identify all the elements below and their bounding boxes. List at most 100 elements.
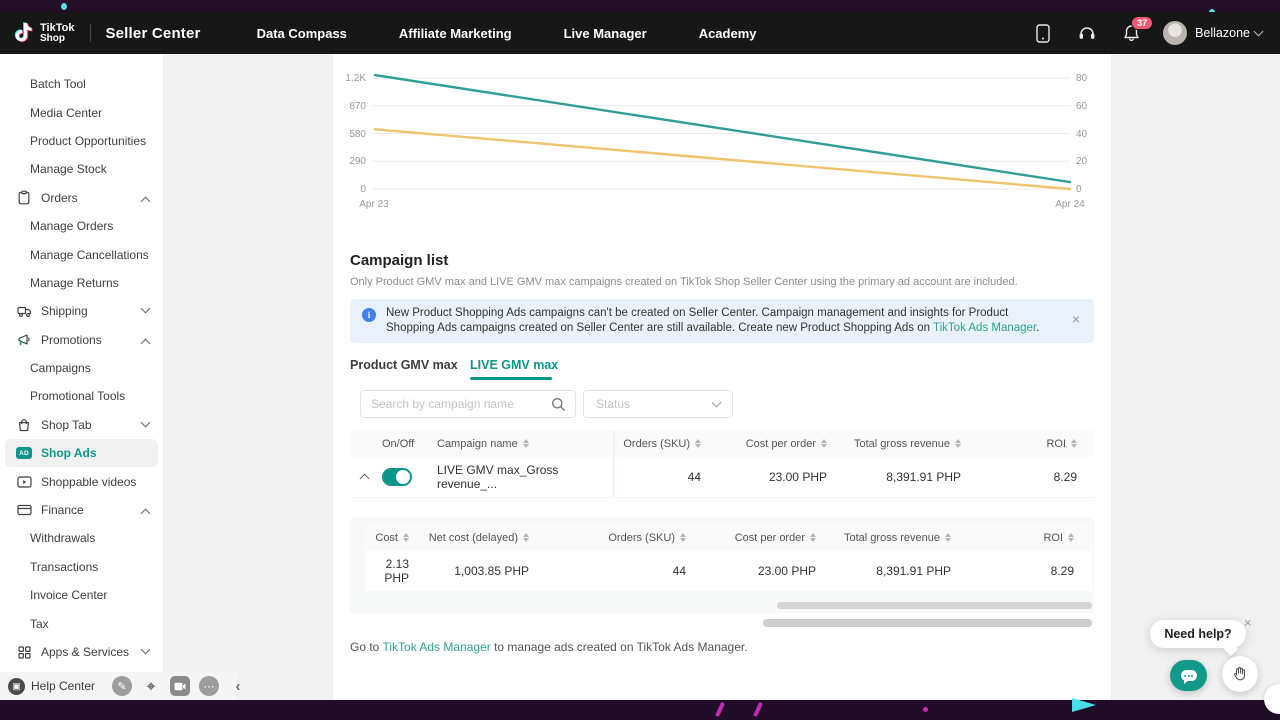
- chevron-down-icon: [712, 398, 722, 408]
- tiktok-shop-logo[interactable]: TikTok Shop: [12, 20, 74, 46]
- sidebar-item-media-center[interactable]: Media Center: [0, 98, 163, 126]
- support-headset-icon[interactable]: [1077, 23, 1097, 43]
- sidebar-item-manage-cancellations[interactable]: Manage Cancellations: [0, 240, 163, 268]
- sidebar-item-batch-tool[interactable]: Batch Tool: [0, 70, 163, 98]
- sidebar-item-campaigns[interactable]: Campaigns: [0, 354, 163, 382]
- hand-icon: [1231, 665, 1249, 683]
- tab-product-gmv-max[interactable]: Product GMV max: [350, 358, 458, 372]
- sidebar-item-invoice-center[interactable]: Invoice Center: [0, 581, 163, 609]
- search-icon[interactable]: [551, 397, 566, 412]
- chevron-up-icon: [141, 196, 151, 206]
- collapse-row-icon[interactable]: [359, 474, 369, 484]
- campaign-detail-table: Cost Net cost (delayed) Orders (SKU) Cos…: [365, 524, 1092, 591]
- col-orders-sku[interactable]: Orders (SKU): [613, 438, 705, 450]
- collapse-toolbar-button[interactable]: ‹: [228, 676, 248, 696]
- col-cost[interactable]: Cost: [365, 532, 413, 544]
- annotate-pen-button[interactable]: ✎: [112, 676, 132, 696]
- col-total-gross-revenue[interactable]: Total gross revenue: [831, 438, 965, 450]
- nav-item-live-manager[interactable]: Live Manager: [564, 26, 647, 41]
- sort-icon[interactable]: [1071, 439, 1077, 449]
- sort-icon[interactable]: [523, 533, 529, 543]
- sidebar-item-manage-orders[interactable]: Manage Orders: [0, 212, 163, 240]
- info-icon: i: [362, 308, 376, 322]
- col-roi[interactable]: ROI: [965, 438, 1081, 450]
- cost-value: 2.13 PHP: [365, 557, 413, 585]
- sort-icon[interactable]: [403, 533, 409, 543]
- banner-close-icon[interactable]: ×: [1072, 312, 1080, 326]
- col-total-gross-revenue[interactable]: Total gross revenue: [820, 532, 955, 544]
- footer-ads-manager-link[interactable]: TikTok Ads Manager: [382, 640, 490, 654]
- sidebar: Batch Tool Media Center Product Opportun…: [0, 54, 163, 700]
- screenshot-target-button[interactable]: ⌖: [141, 676, 161, 696]
- chevron-down-icon: [141, 417, 151, 427]
- detail-row: 2.13 PHP 1,003.85 PHP 44 23.00 PHP 8,391…: [365, 551, 1092, 591]
- notification-badge: 37: [1131, 16, 1153, 30]
- x-axis-tick: Apr 23: [359, 199, 389, 210]
- sidebar-item-promotions[interactable]: Promotions: [0, 326, 163, 354]
- sidebar-item-shoppable-videos[interactable]: Shoppable videos: [0, 467, 163, 495]
- col-campaign-name[interactable]: Campaign name: [433, 438, 613, 450]
- banner-ads-manager-link[interactable]: TikTok Ads Manager: [933, 322, 1036, 334]
- sidebar-item-promotional-tools[interactable]: Promotional Tools: [0, 382, 163, 410]
- sidebar-item-withdrawals[interactable]: Withdrawals: [0, 524, 163, 552]
- search-input[interactable]: [361, 397, 551, 411]
- camera-icon: [174, 682, 186, 691]
- chat-support-button[interactable]: [1170, 660, 1207, 691]
- col-net-cost[interactable]: Net cost (delayed): [413, 532, 533, 544]
- campaign-name[interactable]: LIVE GMV max_Gross revenue_...: [433, 463, 613, 491]
- yellow-series-line: [375, 129, 1070, 189]
- help-center-label[interactable]: Help Center: [31, 679, 95, 693]
- chevron-up-icon: [141, 508, 151, 518]
- tab-live-gmv-max[interactable]: LIVE GMV max: [470, 358, 558, 372]
- campaign-toggle[interactable]: [382, 468, 412, 486]
- status-placeholder: Status: [596, 397, 630, 411]
- notifications-bell-icon[interactable]: 37: [1121, 23, 1141, 43]
- nav-item-data-compass[interactable]: Data Compass: [257, 26, 347, 41]
- sort-icon[interactable]: [523, 439, 529, 449]
- sidebar-item-shop-tab[interactable]: Shop Tab: [0, 411, 163, 439]
- detail-table-header: Cost Net cost (delayed) Orders (SKU) Cos…: [365, 524, 1092, 551]
- sidebar-item-tax[interactable]: Tax: [0, 609, 163, 637]
- sidebar-item-apps-services[interactable]: Apps & Services: [0, 638, 163, 666]
- camera-button[interactable]: [170, 676, 190, 696]
- sidebar-item-shop-ads[interactable]: AD Shop Ads: [5, 439, 158, 467]
- navbar-right: 37 Bellazone: [1009, 21, 1262, 45]
- sidebar-item-shipping[interactable]: Shipping: [0, 297, 163, 325]
- sidebar-item-manage-stock[interactable]: Manage Stock: [0, 155, 163, 183]
- truck-icon: [16, 304, 32, 319]
- sort-icon[interactable]: [1068, 533, 1074, 543]
- right-axis-tick: 40: [1076, 129, 1088, 140]
- table-hscrollbar[interactable]: [763, 619, 1092, 627]
- sort-icon[interactable]: [695, 439, 701, 449]
- mobile-app-icon[interactable]: [1033, 23, 1053, 43]
- sort-icon[interactable]: [680, 533, 686, 543]
- campaign-list-title: Campaign list: [350, 252, 448, 269]
- sidebar-item-orders[interactable]: Orders: [0, 184, 163, 212]
- more-options-button[interactable]: ⋯: [199, 676, 219, 696]
- right-axis-tick: 80: [1076, 73, 1088, 84]
- seller-center-title[interactable]: Seller Center: [105, 25, 200, 42]
- detail-table-hscrollbar[interactable]: [777, 602, 1092, 609]
- col-cost-per-order[interactable]: Cost per order: [690, 532, 820, 544]
- sort-icon[interactable]: [810, 533, 816, 543]
- sort-icon[interactable]: [955, 439, 961, 449]
- raise-hand-button[interactable]: [1222, 656, 1258, 692]
- col-roi[interactable]: ROI: [955, 532, 1078, 544]
- col-cost-per-order[interactable]: Cost per order: [705, 438, 831, 450]
- sidebar-item-finance[interactable]: Finance: [0, 496, 163, 524]
- avatar[interactable]: [1163, 21, 1187, 45]
- sort-icon[interactable]: [945, 533, 951, 543]
- sidebar-item-transactions[interactable]: Transactions: [0, 553, 163, 581]
- chevron-down-icon[interactable]: [1254, 27, 1264, 37]
- grid-icon: [16, 645, 32, 660]
- nav-item-academy[interactable]: Academy: [699, 26, 757, 41]
- sidebar-item-product-opportunities[interactable]: Product Opportunities: [0, 127, 163, 155]
- sidebar-item-manage-returns[interactable]: Manage Returns: [0, 269, 163, 297]
- status-filter-select[interactable]: Status: [583, 390, 733, 418]
- top-navbar: TikTok Shop Seller Center Data Compass A…: [0, 12, 1280, 54]
- nav-item-affiliate-marketing[interactable]: Affiliate Marketing: [399, 26, 512, 41]
- col-orders-sku[interactable]: Orders (SKU): [533, 532, 690, 544]
- chevron-up-icon: [141, 338, 151, 348]
- tooltip-close-icon[interactable]: ×: [1244, 616, 1252, 629]
- sort-icon[interactable]: [821, 439, 827, 449]
